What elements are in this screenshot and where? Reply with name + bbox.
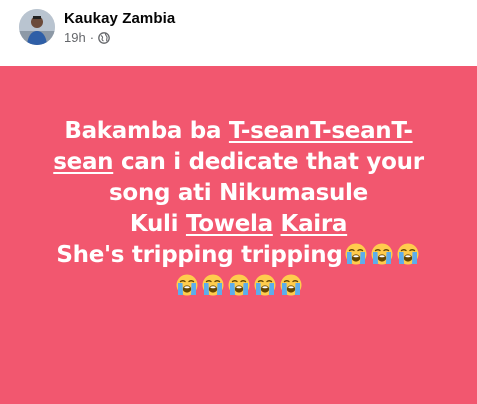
- loudly-crying-face-icon: [176, 274, 197, 296]
- banner-text: Bakamba ba T-seanT-seanT- sean can i ded…: [0, 116, 477, 302]
- post-meta: 19h ·: [64, 30, 110, 45]
- banner-text-segment: [273, 211, 281, 237]
- avatar[interactable]: [19, 9, 55, 45]
- post-header: Kaukay Zambia 19h ·: [0, 0, 477, 66]
- loudly-crying-face-icon: [280, 274, 301, 296]
- banner-line-3: song ati Nikumasule: [109, 180, 368, 206]
- banner-line-2: sean can i dedicate that your: [0, 147, 477, 178]
- loudly-crying-face-icon: [228, 274, 249, 296]
- loudly-crying-face-icon: [254, 274, 275, 296]
- banner-text-segment: Bakamba ba: [64, 118, 229, 144]
- globe-icon[interactable]: [98, 31, 110, 44]
- tagged-link[interactable]: Towela: [186, 211, 273, 237]
- banner-text-segment: can i dedicate that your: [113, 149, 424, 175]
- text-background-banner: Bakamba ba T-seanT-seanT- sean can i ded…: [0, 66, 477, 404]
- banner-text-segment: Kuli: [129, 211, 186, 237]
- post-time[interactable]: 19h: [64, 30, 86, 45]
- tagged-link[interactable]: Kaira: [281, 211, 348, 237]
- facebook-post: Kaukay Zambia 19h · Bakamba ba T-seanT-s…: [0, 0, 477, 404]
- banner-line-4: Kuli Towela Kaira: [0, 209, 477, 240]
- tagged-link[interactable]: T-seanT-seanT-: [229, 118, 413, 144]
- loudly-crying-face-icon: [345, 243, 367, 265]
- banner-text-segment: She's tripping tripping: [56, 242, 343, 268]
- banner-line-6: [0, 271, 477, 302]
- author-name[interactable]: Kaukay Zambia: [64, 10, 175, 27]
- emoji-group: [343, 242, 421, 268]
- banner-line-5: She's tripping tripping: [0, 240, 477, 271]
- meta-separator: ·: [89, 30, 95, 45]
- tagged-link[interactable]: sean: [53, 149, 113, 175]
- loudly-crying-face-icon: [202, 274, 223, 296]
- loudly-crying-face-icon: [397, 243, 419, 265]
- loudly-crying-face-icon: [371, 243, 393, 265]
- banner-line-1: Bakamba ba T-seanT-seanT-: [0, 116, 477, 147]
